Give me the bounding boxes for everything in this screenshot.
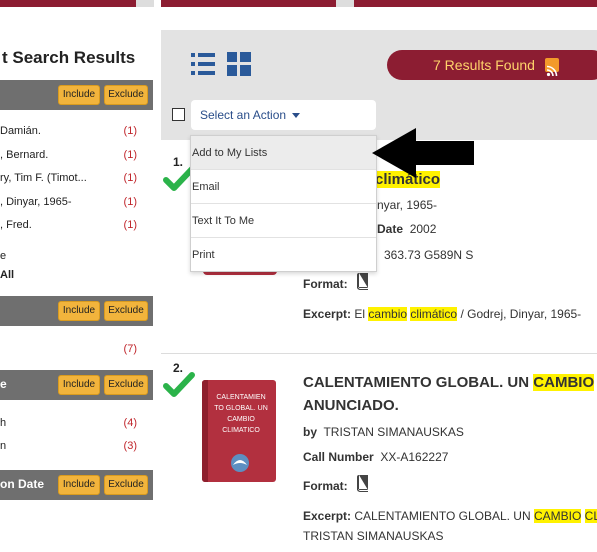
include-button[interactable]: Include: [58, 475, 100, 495]
menu-item-add-to-lists[interactable]: Add to My Lists: [191, 136, 376, 170]
facet-item-name[interactable]: , Fred.: [0, 219, 112, 231]
facet-item[interactable]: , Dinyar, 1965- (1): [0, 194, 153, 212]
exclude-button[interactable]: Exclude: [104, 301, 148, 321]
excerpt-highlight: cambio: [368, 307, 408, 321]
format-row: Format:: [303, 277, 348, 291]
facets-sidebar: t Search Results Include Exclude Damián.…: [0, 30, 155, 552]
book-format-icon: [357, 475, 368, 492]
select-all-checkbox[interactable]: [172, 108, 185, 121]
excerpt-text: / Godrej, Dinyar, 1965-: [460, 307, 582, 321]
result-excerpt: Excerpt: CALENTAMIENTO GLOBAL. UN CAMBIO…: [303, 509, 597, 523]
facet-item-count: (4): [123, 417, 137, 429]
facet-item-name[interactable]: , Bernard.: [0, 149, 112, 161]
menu-item-print[interactable]: Print: [191, 238, 376, 272]
excerpt-highlight: CAMBIO: [533, 509, 582, 523]
include-button[interactable]: Include: [58, 85, 100, 105]
facet-item-name[interactable]: ry, Tim F. (Timot...: [0, 172, 112, 184]
sidebar-title: t Search Results: [2, 48, 136, 67]
cover-logo-icon: [231, 454, 249, 472]
action-select[interactable]: Select an Action: [191, 100, 376, 130]
excerpt-text: El: [354, 307, 366, 321]
excerpt-highlight: CLI: [584, 509, 597, 523]
title-text: CALENTAMIENTO GLOBAL. UN: [303, 374, 530, 391]
exclude-button[interactable]: Exclude: [104, 375, 148, 395]
result-title[interactable]: CALENTAMIENTO GLOBAL. UN CAMBIO: [303, 374, 595, 391]
facet-item[interactable]: Damián. (1): [0, 123, 153, 141]
excerpt-label: Excerpt:: [303, 509, 352, 523]
facet-item[interactable]: , Fred. (1): [0, 217, 153, 235]
facet-item-count: (1): [123, 149, 137, 161]
date-value: 2002: [409, 222, 437, 236]
exclude-button[interactable]: Exclude: [104, 475, 148, 495]
title-highlight: CAMBIO: [533, 374, 595, 391]
facet-item-name[interactable]: h: [0, 417, 112, 429]
facet-label: e: [0, 377, 7, 391]
rss-icon[interactable]: [545, 58, 559, 77]
results-found-text: 7 Results Found: [433, 57, 535, 73]
format-label: Format:: [303, 479, 348, 493]
facet-item-count: (7): [123, 343, 137, 355]
call-number-value: 363.73 G589N S: [384, 248, 474, 262]
caret-down-icon: [292, 113, 301, 119]
facet-item-count: (1): [123, 196, 137, 208]
results-toolbar: 7 Results Found Select an Action: [161, 30, 597, 140]
result-excerpt: Excerpt: El cambio climático / Godrej, D…: [303, 307, 581, 321]
by-label: by: [303, 425, 318, 439]
cover-text: CALENTAMIEN TO GLOBAL. UN CAMBIO CLIMATI…: [214, 394, 268, 434]
call-number-row: Call Number XX-A162227: [303, 450, 448, 464]
list-view-icon[interactable]: [191, 52, 215, 76]
facet-item-name[interactable]: , Dinyar, 1965-: [0, 196, 112, 208]
facet-header-format: Include Exclude: [0, 296, 153, 326]
facet-item[interactable]: h (4): [0, 415, 153, 433]
book-cover[interactable]: CALENTAMIEN TO GLOBAL. UN CAMBIO CLIMATI…: [202, 380, 276, 482]
facet-item[interactable]: (7): [0, 341, 153, 359]
result-author[interactable]: TRISTAN SIMANAUSKAS: [323, 425, 463, 439]
facet-item-count: (3): [123, 440, 137, 452]
excerpt-highlight: climático: [410, 307, 458, 321]
excerpt-label: Excerpt:: [303, 307, 352, 321]
exclude-button[interactable]: Exclude: [104, 85, 148, 105]
facet-item-name[interactable]: n: [0, 440, 112, 452]
excerpt-line2: TRISTAN SIMANAUSKAS: [303, 529, 444, 543]
call-number-value: XX-A162227: [380, 450, 449, 464]
format-label: Format:: [303, 277, 348, 291]
facet-header-language: e Include Exclude: [0, 370, 153, 400]
result-title-line2[interactable]: ANUNCIADO.: [303, 397, 399, 414]
facet-item[interactable]: , Bernard. (1): [0, 147, 153, 165]
grid-view-icon[interactable]: [227, 52, 251, 76]
facet-item-name[interactable]: Damián.: [0, 125, 112, 137]
facet-item-count: (1): [123, 172, 137, 184]
menu-item-email[interactable]: Email: [191, 170, 376, 204]
date-label: Date: [377, 222, 404, 236]
results-found-badge[interactable]: 7 Results Found: [387, 50, 597, 80]
see-all-link[interactable]: All: [0, 269, 14, 281]
see-more-link[interactable]: e: [0, 250, 6, 262]
result-author[interactable]: nyar, 1965-: [377, 198, 437, 212]
top-search-bar-strip: [0, 0, 597, 7]
excerpt-text: CALENTAMIENTO GLOBAL. UN: [354, 509, 531, 523]
facet-header-author: Include Exclude: [0, 80, 153, 110]
result-author-row: by TRISTAN SIMANAUSKAS: [303, 425, 464, 439]
result-date: Date 2002: [377, 222, 436, 236]
action-dropdown-menu: Add to My Lists Email Text It To Me Prin…: [190, 135, 377, 272]
facet-item[interactable]: ry, Tim F. (Timot... (1): [0, 170, 153, 188]
action-select-value: Select an Action: [200, 108, 287, 122]
format-row: Format:: [303, 479, 348, 493]
result-divider: [161, 353, 597, 354]
checkmark-icon[interactable]: [163, 372, 195, 398]
facet-header-publication-date: on Date Include Exclude: [0, 470, 153, 500]
include-button[interactable]: Include: [58, 375, 100, 395]
book-format-icon: [357, 273, 368, 290]
facet-label: on Date: [0, 477, 45, 491]
menu-item-text-it-to-me[interactable]: Text It To Me: [191, 204, 376, 238]
facet-item-count: (1): [123, 219, 137, 231]
facet-item[interactable]: n (3): [0, 438, 153, 456]
facet-item-count: (1): [123, 125, 137, 137]
include-button[interactable]: Include: [58, 301, 100, 321]
pointer-arrow-icon: [372, 128, 474, 178]
call-number-label: Call Number: [303, 450, 374, 464]
